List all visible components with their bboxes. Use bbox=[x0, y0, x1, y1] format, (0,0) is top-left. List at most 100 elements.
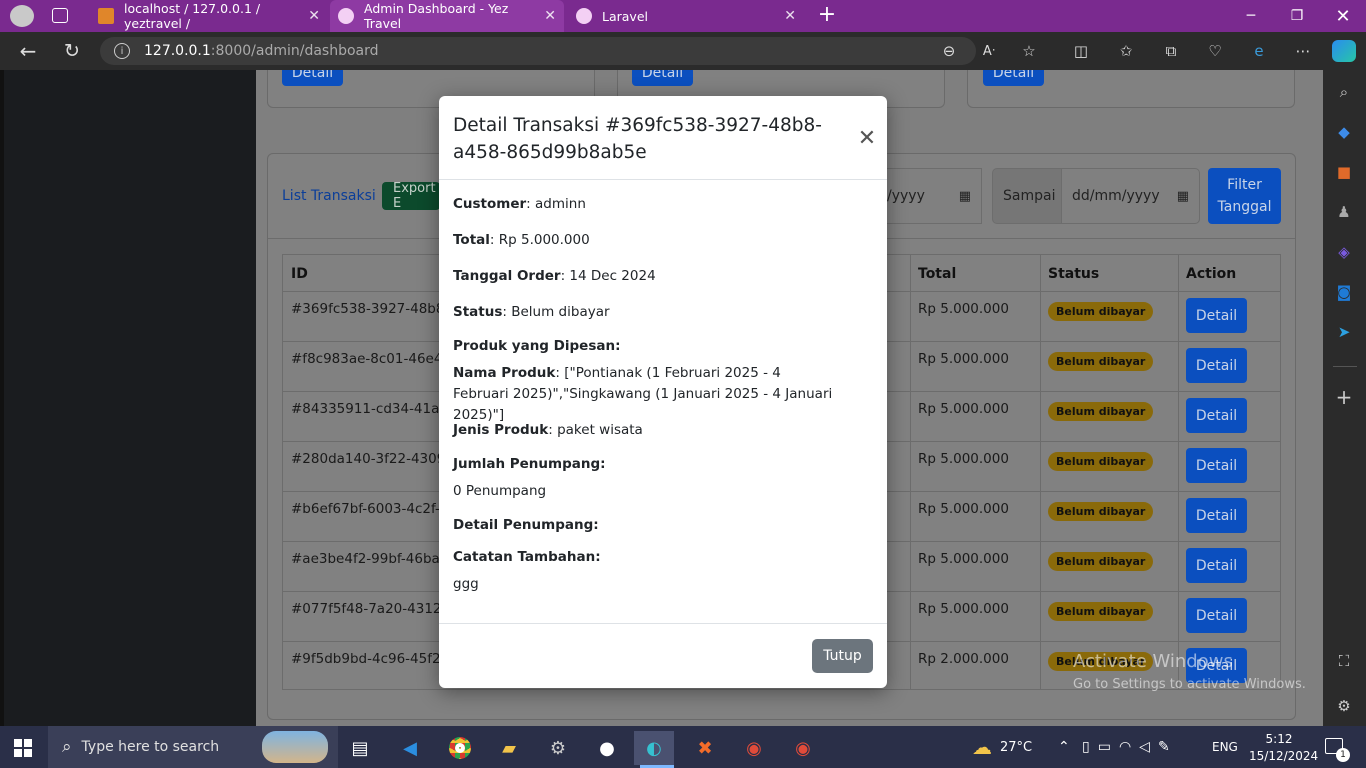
back-icon[interactable]: ← bbox=[17, 39, 39, 63]
tab-phpmyadmin[interactable]: localhost / 127.0.0.1 / yeztravel / ✕ bbox=[90, 0, 328, 32]
detail-button[interactable]: Detail bbox=[983, 70, 1044, 86]
date-from-input[interactable]: /yyyy ▦ bbox=[876, 168, 982, 224]
settings-gear-icon[interactable]: ⚙ bbox=[1333, 695, 1355, 717]
cell-id: #b6ef67bf-6003-4c2f-a bbox=[291, 501, 449, 517]
settings-icon[interactable]: ⚙ bbox=[538, 731, 578, 765]
file-explorer-icon[interactable]: ▰ bbox=[489, 731, 529, 765]
taskbar-search-box[interactable]: ⌕ Type here to search bbox=[48, 726, 338, 768]
close-icon[interactable]: ✕ bbox=[857, 126, 877, 151]
cell-total: Rp 5.000.000 bbox=[918, 501, 1009, 517]
filter-tanggal-button[interactable]: Filter Tanggal bbox=[1208, 168, 1281, 224]
more-menu-icon[interactable]: ⋯ bbox=[1292, 40, 1314, 62]
detail-button[interactable]: Detail bbox=[1186, 298, 1247, 333]
detail-button[interactable]: Detail bbox=[1186, 348, 1247, 383]
detail-button[interactable]: Detail bbox=[1186, 448, 1247, 483]
new-tab-icon[interactable]: + bbox=[816, 4, 838, 28]
outlook-icon[interactable]: ◙ bbox=[1333, 281, 1355, 303]
favorite-star-icon[interactable]: ☆ bbox=[1018, 40, 1040, 62]
language-indicator[interactable]: ENG bbox=[1212, 726, 1238, 768]
chrome-icon[interactable] bbox=[440, 731, 480, 765]
close-tab-icon[interactable]: ✕ bbox=[308, 8, 320, 24]
close-window-icon[interactable]: ✕ bbox=[1320, 0, 1366, 32]
tray-icons[interactable]: ▯ ▭ ◠ ◁ ✎ bbox=[1082, 726, 1170, 768]
zoom-icon[interactable]: ⊖ bbox=[938, 40, 960, 62]
task-view-icon[interactable]: ▤ bbox=[340, 731, 380, 765]
tab-admin-dashboard[interactable]: Admin Dashboard - Yez Travel ✕ bbox=[330, 0, 564, 32]
site-info-icon[interactable]: i bbox=[114, 43, 130, 59]
pen-icon: ✎ bbox=[1157, 739, 1170, 755]
copilot-icon[interactable] bbox=[1332, 40, 1356, 62]
modal-title: Detail Transaksi #369fc538-3927-48b8-a45… bbox=[453, 115, 822, 163]
m365-icon[interactable]: ◈ bbox=[1333, 241, 1355, 263]
collections-icon[interactable]: ⧉ bbox=[1160, 40, 1182, 62]
catatan-heading-text: Catatan Tambahan: bbox=[453, 549, 601, 565]
total-label: Total bbox=[453, 232, 490, 248]
notification-count: 1 bbox=[1336, 748, 1350, 762]
calendar-icon[interactable]: ▦ bbox=[959, 189, 971, 204]
cell-id: #077f5f48-7a20-4312-8 bbox=[291, 601, 455, 617]
tanggal-row: Tanggal Order: 14 Dec 2024 bbox=[453, 268, 656, 284]
restore-icon[interactable]: ❐ bbox=[1274, 0, 1320, 32]
weather-widget[interactable]: ☁ 27°C bbox=[972, 726, 1032, 768]
shopping-tag-icon[interactable]: ◆ bbox=[1333, 121, 1355, 143]
date-to-input[interactable]: dd/mm/yyyy ▦ bbox=[1061, 168, 1200, 224]
tab-label: localhost / 127.0.0.1 / yeztravel / bbox=[124, 1, 261, 31]
search-highlight-image bbox=[262, 731, 328, 763]
chrome-profile-icon[interactable]: ◉ bbox=[734, 731, 774, 765]
col-divider bbox=[1040, 255, 1041, 689]
export-excel-button[interactable]: Export E bbox=[382, 182, 440, 210]
split-screen-icon[interactable]: ◫ bbox=[1070, 40, 1092, 62]
detail-button[interactable]: Detail bbox=[632, 70, 693, 86]
detail-button[interactable]: Detail bbox=[282, 70, 343, 86]
jumlah-heading: Jumlah Penumpang: bbox=[453, 454, 873, 475]
tab-laravel[interactable]: Laravel ✕ bbox=[568, 0, 804, 32]
status-badge: Belum dibayar bbox=[1048, 352, 1154, 371]
search-icon[interactable]: ⌕ bbox=[1333, 81, 1355, 103]
read-aloud-icon[interactable]: Aᐧ bbox=[978, 40, 1000, 62]
close-tab-icon[interactable]: ✕ bbox=[544, 8, 556, 24]
edge-ext-icon[interactable]: e bbox=[1248, 40, 1270, 62]
jumlah-value: 0 Penumpang bbox=[453, 483, 547, 499]
performance-icon[interactable]: ♡ bbox=[1204, 40, 1226, 62]
add-sidebar-icon[interactable]: + bbox=[1333, 385, 1355, 409]
cell-id: #9f5db9bd-4c96-45f2-8 bbox=[291, 651, 455, 667]
customer-value: adminn bbox=[535, 196, 586, 212]
customer-row: Customer: adminn bbox=[453, 196, 586, 212]
detail-button[interactable]: Detail bbox=[1186, 598, 1247, 633]
detail-button[interactable]: Detail bbox=[1186, 398, 1247, 433]
detail-button[interactable]: Detail bbox=[1186, 548, 1247, 583]
url-path: :8000/admin/dashboard bbox=[210, 43, 379, 59]
calendar-icon[interactable]: ▦ bbox=[1177, 189, 1189, 204]
tray-chevron-icon[interactable]: ⌃ bbox=[1058, 726, 1070, 768]
laravel-icon bbox=[338, 8, 354, 24]
minimize-icon[interactable]: ─ bbox=[1228, 0, 1274, 32]
address-bar[interactable]: i 127.0.0.1:8000/admin/dashboard bbox=[100, 37, 976, 65]
games-icon[interactable]: ♟ bbox=[1333, 201, 1355, 223]
tools-briefcase-icon[interactable]: ■ bbox=[1333, 161, 1355, 183]
sampai-label: Sampai bbox=[1003, 188, 1056, 204]
laravel-icon bbox=[576, 8, 592, 24]
clock[interactable]: 5:12 15/12/2024 bbox=[1249, 731, 1318, 765]
weather-temp: 27°C bbox=[1000, 739, 1033, 755]
telegram-icon[interactable]: ➤ bbox=[1333, 321, 1355, 343]
produk-heading-text: Produk yang Dipesan: bbox=[453, 338, 621, 354]
refresh-icon[interactable]: ↻ bbox=[61, 40, 83, 62]
screenshot-icon[interactable]: ⛶ bbox=[1333, 650, 1355, 672]
profile-avatar[interactable] bbox=[10, 5, 34, 27]
cell-id: #369fc538-3927-48b8-a bbox=[291, 301, 458, 317]
detail-button[interactable]: Detail bbox=[1186, 498, 1247, 533]
windows-start-icon[interactable] bbox=[14, 739, 32, 757]
status-row: Status: Belum dibayar bbox=[453, 304, 610, 320]
close-tab-icon[interactable]: ✕ bbox=[784, 8, 796, 24]
status-badge: Belum dibayar bbox=[1048, 602, 1154, 621]
status-value: Belum dibayar bbox=[511, 304, 610, 320]
tutup-button[interactable]: Tutup bbox=[812, 639, 873, 673]
chrome-profile-icon[interactable]: ◉ bbox=[783, 731, 823, 765]
tab-actions-icon[interactable] bbox=[52, 8, 68, 23]
xampp-icon[interactable]: ✖ bbox=[685, 731, 725, 765]
vscode-icon[interactable]: ◀ bbox=[390, 731, 430, 765]
favorites-icon[interactable]: ✩ bbox=[1115, 40, 1137, 62]
col-divider bbox=[910, 255, 911, 689]
edge-icon[interactable]: ◐ bbox=[634, 731, 674, 765]
github-icon[interactable]: ● bbox=[587, 731, 627, 765]
